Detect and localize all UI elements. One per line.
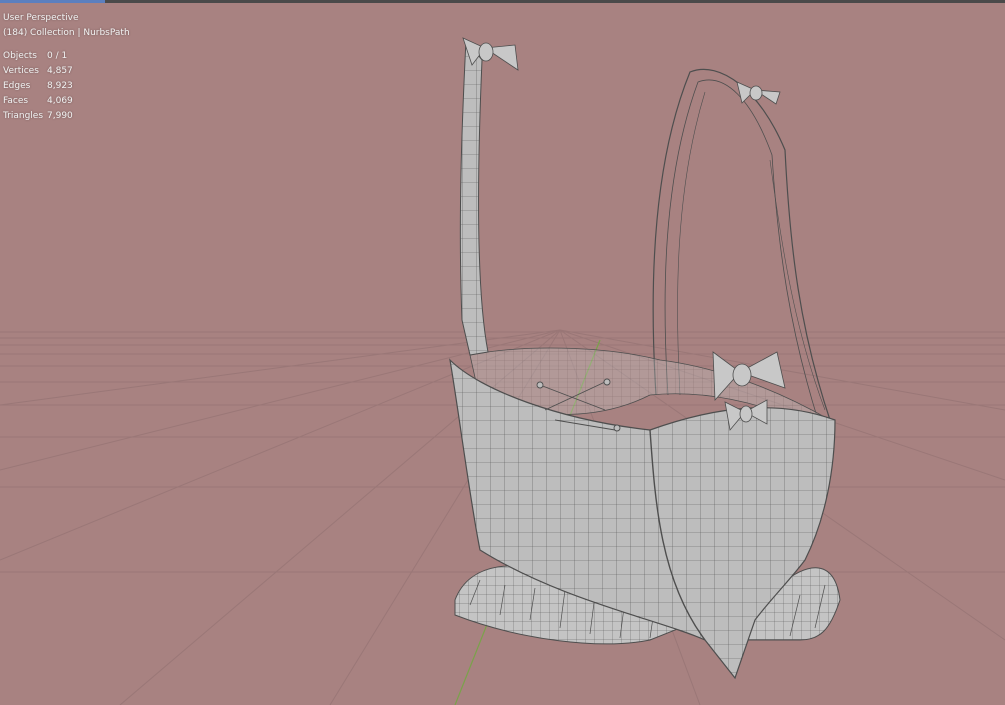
3d-viewport[interactable]: User Perspective (184) Collection | Nurb… (0, 0, 1005, 705)
corset-mesh-model[interactable] (0, 0, 1005, 705)
front-strap (459, 38, 489, 356)
bow-top-right (736, 81, 781, 105)
